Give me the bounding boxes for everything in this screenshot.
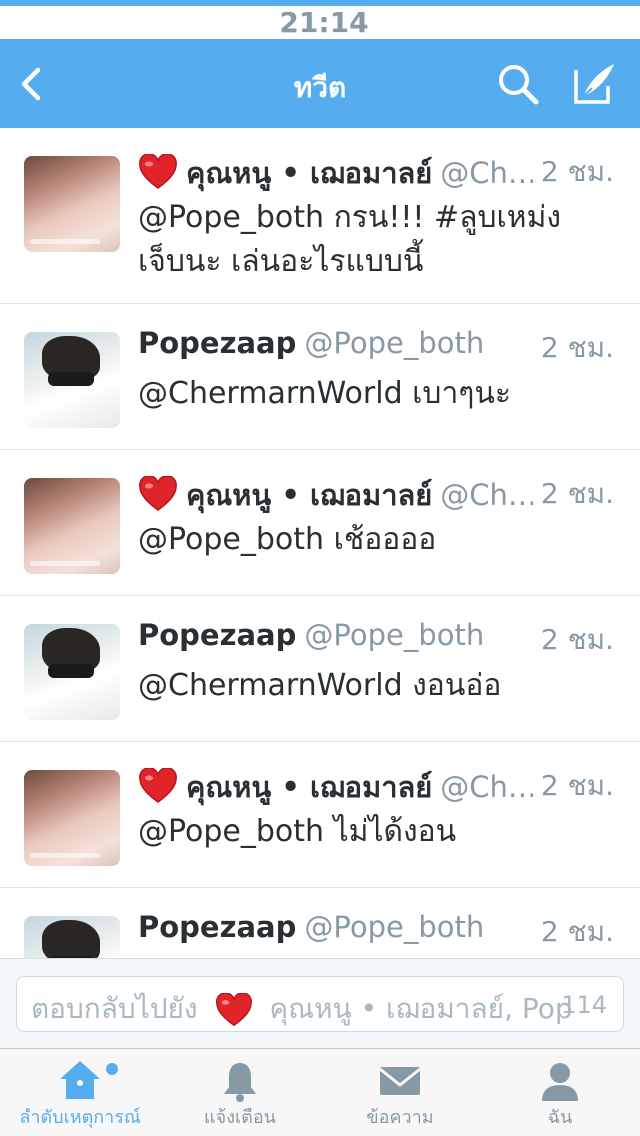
tweet-row[interactable]: Popezaap @Pope_both 2 ชม. <box>0 888 640 958</box>
tweet-time: 2 ชม. <box>532 150 614 194</box>
heart-icon <box>215 992 252 1027</box>
avatar[interactable] <box>24 770 120 866</box>
avatar[interactable] <box>24 916 120 958</box>
tweet-text: @Pope_both กรน!!! #ลูบเหม่ง เจ็บนะ เล่นอ… <box>138 200 562 279</box>
navigation-bar: ทวีต <box>0 40 640 128</box>
tweet-text: @ChermarnWorld เบาๆนะ <box>138 376 512 411</box>
compose-icon[interactable] <box>570 60 618 108</box>
tweet-text: @Pope_both ไม่ได้งอน <box>138 814 457 849</box>
tab-label: ฉัน <box>547 1107 573 1128</box>
home-icon <box>56 1057 104 1105</box>
tweet-row[interactable]: Popezaap @Pope_both 2 ชม. @ChermarnWorld เบ… <box>0 304 640 450</box>
page-title: ทวีต <box>293 71 347 104</box>
user-handle: @Pope_both <box>304 326 485 360</box>
heart-icon <box>138 766 178 811</box>
tweet-text: @ChermarnWorld งอนอ่อ <box>138 668 502 703</box>
character-counter: 114 <box>561 991 607 1019</box>
user-handle: @Pope_both <box>304 910 485 944</box>
tweet-row[interactable]: คุณหนู • เฌอมาลย์ @Ch… 2 ชม. @Pope_both ไม่… <box>0 742 640 888</box>
alarm-icon <box>542 10 562 30</box>
user-handle: @Ch… <box>440 478 537 512</box>
tab-person[interactable]: ฉัน <box>480 1049 640 1136</box>
heart-icon <box>138 152 178 197</box>
avatar[interactable] <box>24 332 120 428</box>
new-content-dot <box>106 1063 118 1075</box>
bell-icon <box>216 1057 264 1105</box>
tab-home[interactable]: ลำดับเหตุการณ์ <box>0 1049 160 1136</box>
envelope-icon <box>376 1057 424 1105</box>
tweet-time: 2 ชม. <box>532 618 614 662</box>
tab-label: ลำดับเหตุการณ์ <box>19 1107 141 1128</box>
tweet-row[interactable]: คุณหนู • เฌอมาลย์ @Ch… 2 ชม. @Pope_both กรน… <box>0 128 640 304</box>
avatar[interactable] <box>24 156 120 252</box>
reply-input[interactable]: ตอบกลับไปยัง คุณหนู • เฌอมาลย์, Pop 114 <box>16 976 624 1032</box>
display-name[interactable]: คุณหนู • เฌอมาลย์ <box>186 770 432 804</box>
avatar[interactable] <box>24 478 120 574</box>
tab-bar: ลำดับเหตุการณ์ แจ้งเตือน ข้อความ ฉัน <box>0 1048 640 1136</box>
reply-recipients: คุณหนู • เฌอมาลย์, Pop <box>269 992 573 1025</box>
reply-prefix: ตอบกลับไปยัง <box>31 992 198 1025</box>
display-name[interactable]: คุณหนู • เฌอมาลย์ <box>186 156 432 190</box>
tab-bell[interactable]: แจ้งเตือน <box>160 1049 320 1136</box>
display-name[interactable]: Popezaap <box>138 910 296 944</box>
battery-icon <box>576 9 630 31</box>
tweet-time: 2 ชม. <box>532 764 614 808</box>
search-icon[interactable] <box>496 62 540 106</box>
reply-bar: ตอบกลับไปยัง คุณหนู • เฌอมาลย์, Pop 114 <box>0 958 640 1048</box>
tab-label: แจ้งเตือน <box>204 1107 276 1128</box>
tweet-time: 2 ชม. <box>532 326 614 370</box>
rotation-lock-icon <box>506 10 526 30</box>
tweet-list: คุณหนู • เฌอมาลย์ @Ch… 2 ชม. @Pope_both กรน… <box>0 128 640 958</box>
person-icon <box>536 1057 584 1105</box>
user-handle: @Ch… <box>440 770 537 804</box>
display-name[interactable]: Popezaap <box>138 618 296 652</box>
tweet-row[interactable]: คุณหนู • เฌอมาลย์ @Ch… 2 ชม. @Pope_both เช้… <box>0 450 640 596</box>
tweet-time: 2 ชม. <box>532 472 614 516</box>
display-name[interactable]: Popezaap <box>138 326 296 360</box>
user-handle: @Ch… <box>440 156 537 190</box>
status-bar: dtac 3G 21:14 <box>0 0 640 40</box>
display-name[interactable]: คุณหนู • เฌอมาลย์ <box>186 478 432 512</box>
tab-label: ข้อความ <box>366 1107 434 1128</box>
tweet-row[interactable]: Popezaap @Pope_both 2 ชม. @ChermarnWorld งอ… <box>0 596 640 742</box>
tweet-time: 2 ชม. <box>532 910 614 954</box>
tweet-text: @Pope_both เช้ออออ <box>138 522 437 557</box>
avatar[interactable] <box>24 624 120 720</box>
heart-icon <box>138 474 178 519</box>
user-handle: @Pope_both <box>304 618 485 652</box>
tab-envelope[interactable]: ข้อความ <box>320 1049 480 1136</box>
